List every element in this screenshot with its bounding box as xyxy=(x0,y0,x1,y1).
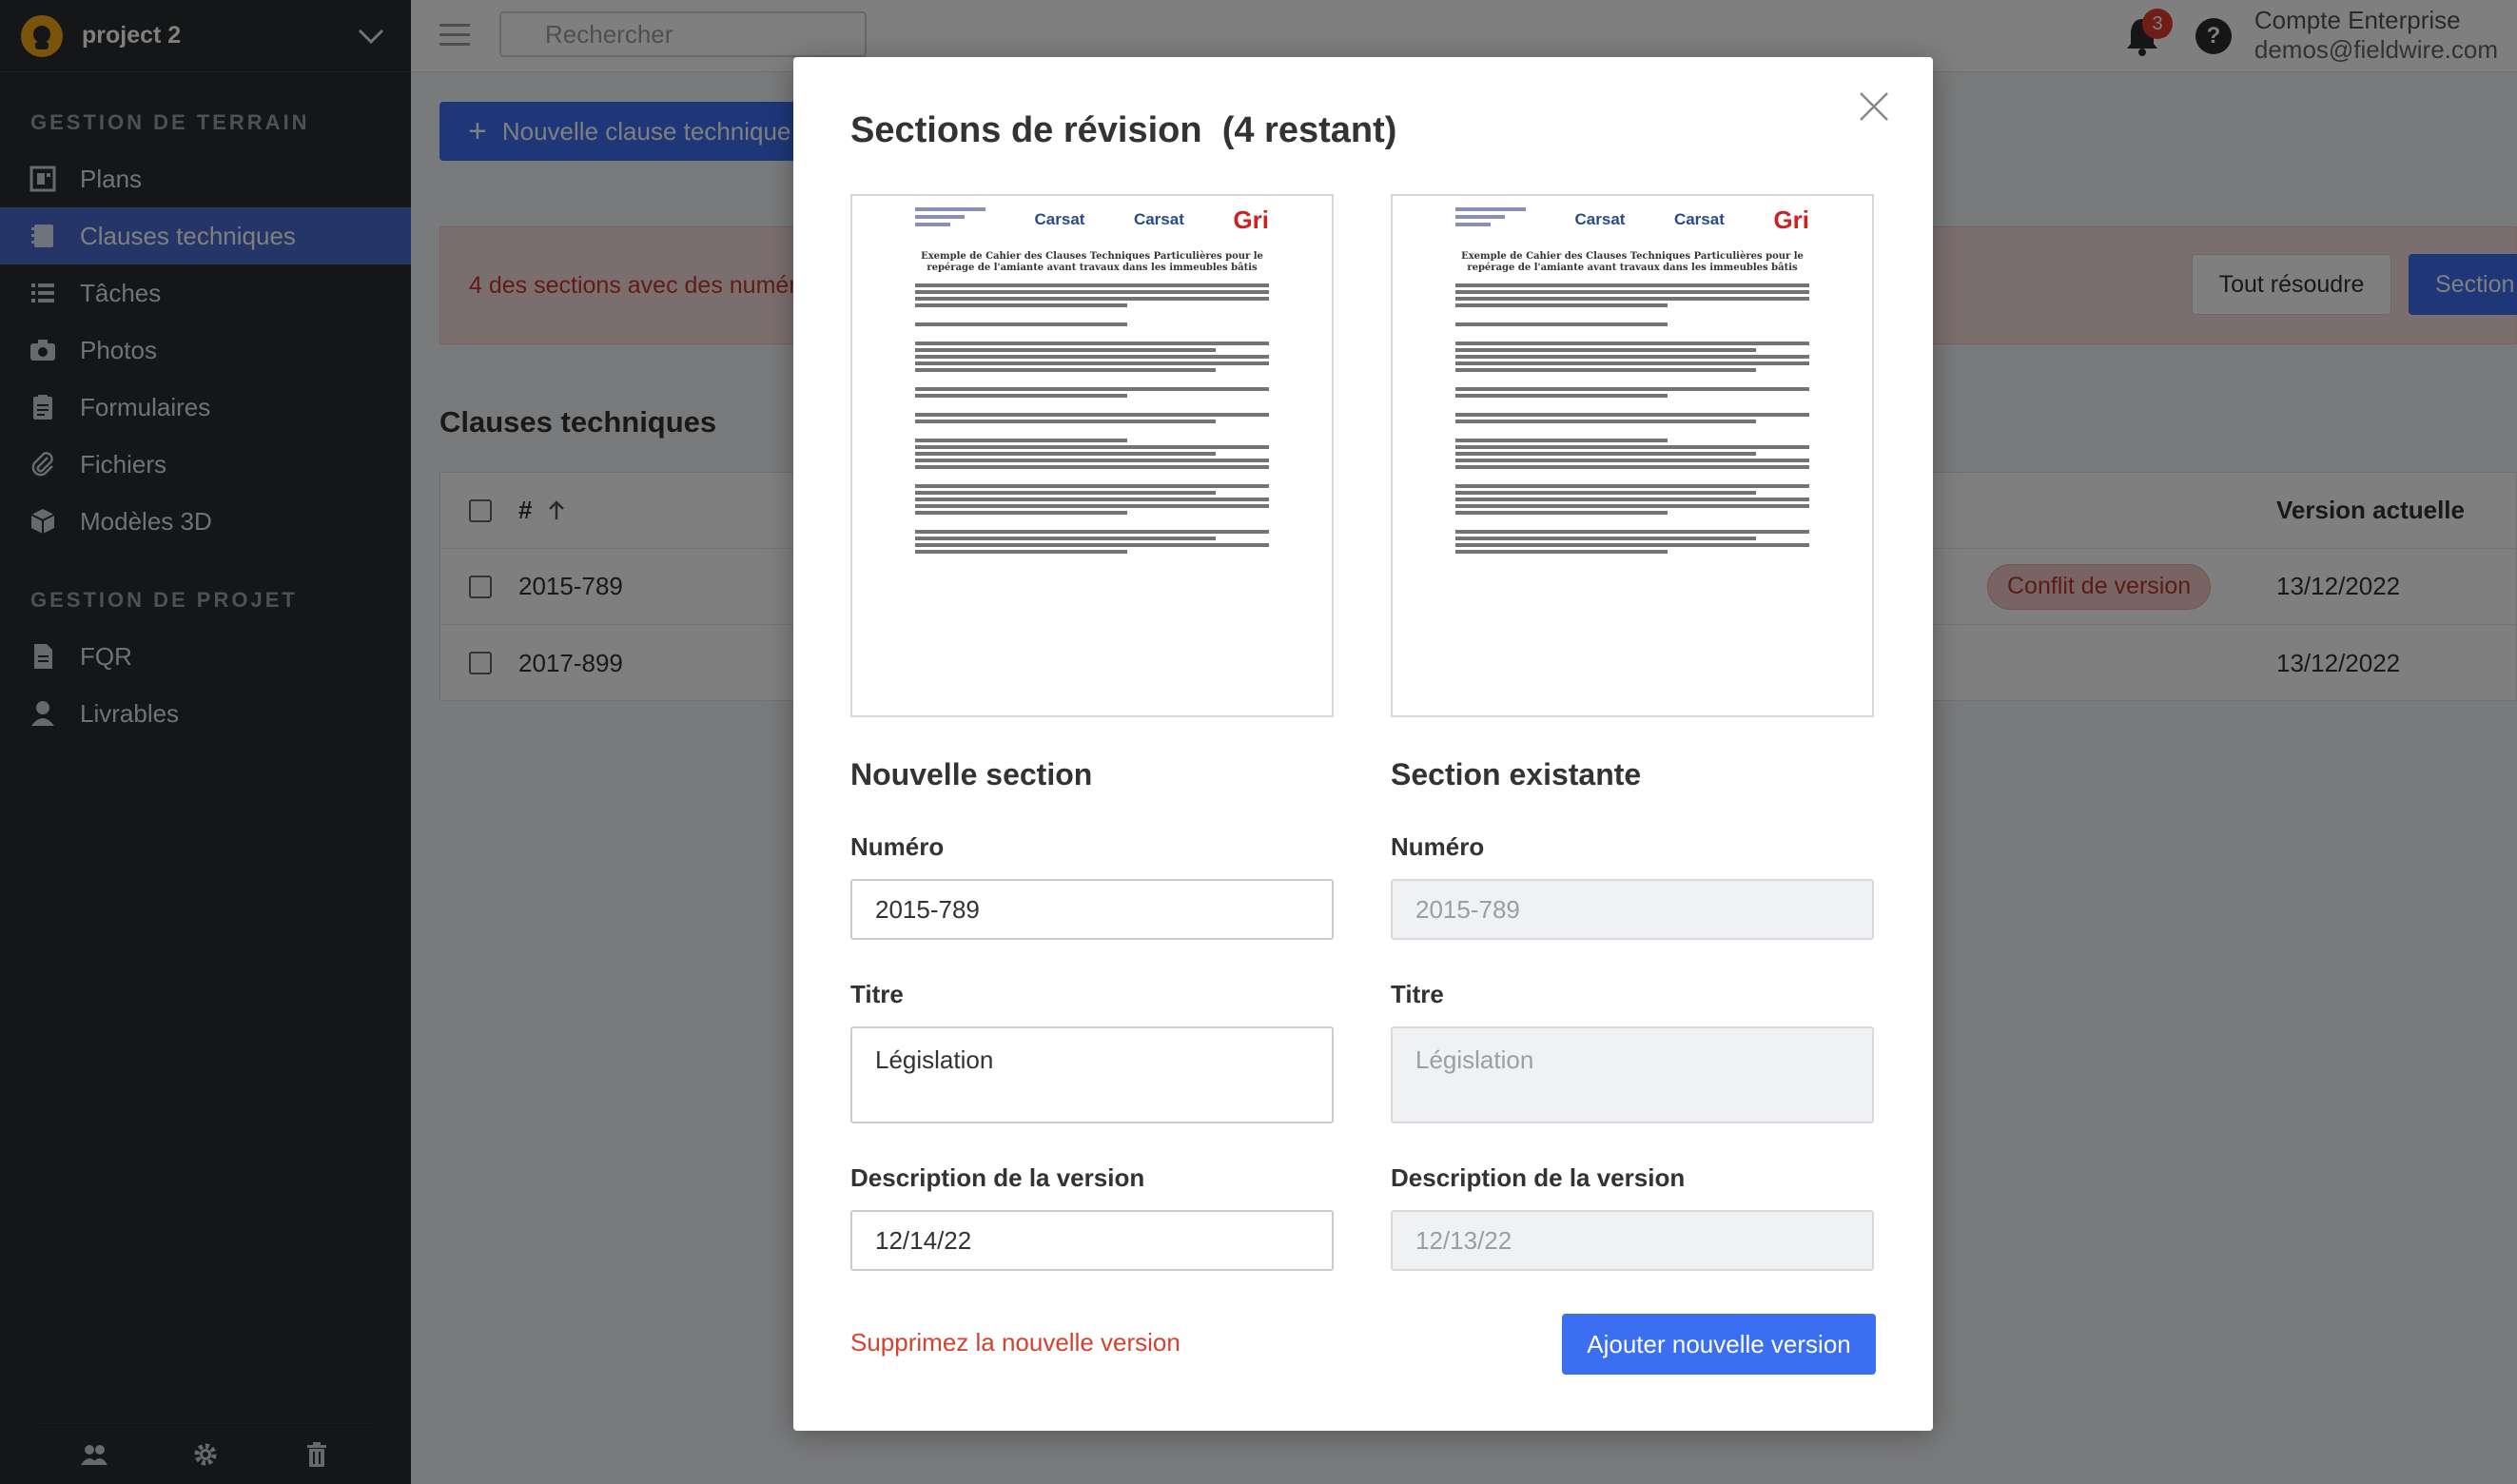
existing-description-label: Description de la version xyxy=(1391,1163,1686,1192)
existing-description-field: 12/13/22 xyxy=(1391,1210,1874,1271)
new-title-label: Titre xyxy=(850,980,904,1008)
carsat-logo-2: Carsat xyxy=(1133,210,1184,228)
ministry-logo-icon xyxy=(1455,207,1526,232)
gri-logo: Gri xyxy=(1233,205,1269,234)
new-description-field[interactable]: 12/14/22 xyxy=(850,1210,1334,1271)
modal-title: Sections de révision (4 restant) xyxy=(850,110,1396,151)
existing-number-field: 2015-789 xyxy=(1391,879,1874,940)
new-description-label: Description de la version xyxy=(850,1163,1145,1192)
new-number-label: Numéro xyxy=(850,832,945,861)
new-section-column: Carsat Carsat Gri Exemple de Cahier des … xyxy=(850,194,1334,1271)
new-title-field[interactable]: Législation xyxy=(850,1026,1334,1123)
existing-section-preview[interactable]: Carsat Carsat Gri Exemple de Cahier des … xyxy=(1391,194,1874,717)
new-section-preview[interactable]: Carsat Carsat Gri Exemple de Cahier des … xyxy=(850,194,1334,717)
gri-logo: Gri xyxy=(1773,205,1809,234)
delete-new-version-link[interactable]: Supprimez la nouvelle version xyxy=(850,1328,1180,1357)
modal-title-text: Sections de révision xyxy=(850,110,1202,150)
remaining-count: (4 restant) xyxy=(1221,110,1397,150)
existing-title-label: Titre xyxy=(1391,980,1444,1008)
existing-number-label: Numéro xyxy=(1391,832,1485,861)
new-number-field[interactable]: 2015-789 xyxy=(850,879,1334,940)
existing-title-field: Législation xyxy=(1391,1026,1874,1123)
close-icon[interactable] xyxy=(1857,89,1891,124)
preview-doc-title: Exemple de Cahier des Clauses Techniques… xyxy=(1461,251,1804,273)
carsat-logo: Carsat xyxy=(1034,210,1085,228)
preview-doc-title: Exemple de Cahier des Clauses Techniques… xyxy=(921,251,1263,273)
preview-logos: Carsat Carsat Gri xyxy=(1455,205,1809,234)
existing-section-column: Carsat Carsat Gri Exemple de Cahier des … xyxy=(1391,194,1874,1271)
revision-modal: Sections de révision (4 restant) Carsat … xyxy=(793,57,1933,1431)
ministry-logo-icon xyxy=(915,207,985,232)
existing-section-heading: Section existante xyxy=(1391,757,1642,791)
carsat-logo: Carsat xyxy=(1574,210,1626,228)
new-section-heading: Nouvelle section xyxy=(850,757,1093,791)
carsat-logo-2: Carsat xyxy=(1673,210,1725,228)
preview-logos: Carsat Carsat Gri xyxy=(915,205,1269,234)
add-new-version-button[interactable]: Ajouter nouvelle version xyxy=(1562,1314,1876,1375)
